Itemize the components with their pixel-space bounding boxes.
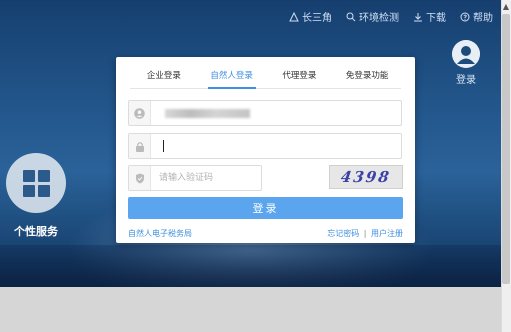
tab-agent-login[interactable]: 代理登录 — [266, 67, 334, 88]
vertical-scrollbar[interactable]: ▲ — [501, 0, 511, 332]
login-button[interactable]: 登录 — [128, 197, 403, 219]
captcha-field[interactable] — [128, 165, 262, 191]
tab-natural-person-login[interactable]: 自然人登录 — [198, 67, 266, 89]
tab-enterprise-login[interactable]: 企业登录 — [130, 67, 198, 88]
username-field[interactable] — [128, 100, 402, 126]
user-avatar-icon — [452, 40, 480, 68]
nav-item-label: 下载 — [426, 13, 446, 24]
scroll-thumb[interactable] — [502, 14, 510, 284]
tax-bureau-link[interactable]: 自然人电子税务局 — [128, 228, 192, 239]
page-bottom-band — [0, 287, 501, 332]
register-link[interactable]: 用户注册 — [371, 229, 403, 238]
nav-item-region[interactable]: 长三角 — [289, 9, 332, 24]
user-login-entry[interactable]: 登录 — [446, 40, 486, 86]
user-icon — [129, 101, 151, 125]
nav-item-label: 帮助 — [473, 13, 493, 24]
download-icon — [414, 12, 422, 21]
captcha-input[interactable] — [151, 167, 261, 189]
captcha-image[interactable]: 4398 — [329, 165, 403, 189]
nav-item-download[interactable]: 下载 — [413, 9, 446, 24]
nav-item-help[interactable]: 帮助 — [460, 9, 493, 24]
service-label: 个性服务 — [14, 225, 58, 238]
scroll-up-arrow-icon[interactable]: ▲ — [501, 0, 511, 14]
user-login-label: 登录 — [456, 75, 476, 86]
nav-item-label: 环境检测 — [359, 13, 399, 24]
login-dialog: 企业登录 自然人登录 代理登录 免登录功能 4398 登录 自然人电子税务局 忘… — [116, 57, 415, 243]
nav-item-env-check[interactable]: 环境检测 — [346, 9, 399, 24]
service-circle — [6, 153, 66, 213]
tab-login-free[interactable]: 免登录功能 — [333, 67, 401, 88]
forgot-password-link[interactable]: 忘记密码 — [327, 229, 359, 238]
account-links: 忘记密码 | 用户注册 — [327, 228, 403, 239]
lock-icon — [129, 134, 151, 158]
shield-icon — [129, 166, 151, 190]
password-field[interactable] — [128, 133, 402, 159]
login-tabs: 企业登录 自然人登录 代理登录 免登录功能 — [130, 67, 401, 89]
search-icon — [346, 12, 356, 21]
grid-icon — [22, 169, 50, 197]
nav-item-label: 长三角 — [302, 13, 332, 24]
help-icon — [460, 12, 470, 21]
top-nav: 长三角 环境检测 下载 帮助 — [289, 9, 493, 24]
captcha-text: 4398 — [339, 168, 393, 186]
personal-service-entry[interactable]: 个性服务 — [4, 153, 68, 239]
link-separator: | — [363, 229, 367, 238]
masked-username-value — [165, 108, 250, 118]
triangle-icon — [289, 11, 299, 21]
text-cursor — [163, 140, 164, 152]
